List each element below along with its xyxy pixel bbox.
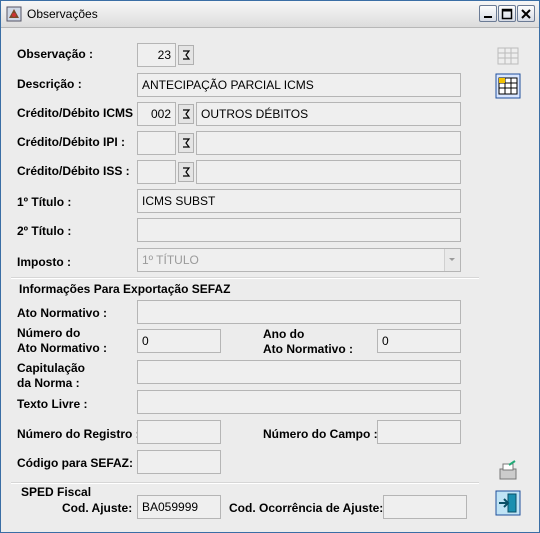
credito-debito-iss-desc-field[interactable] [196,160,461,184]
credito-debito-icms-label: Crédito/Débito ICMS : [17,106,141,120]
credito-debito-iss-label: Crédito/Débito ISS : [17,164,130,178]
cod-ajuste-field[interactable]: BA059999 [137,495,221,519]
credito-debito-icms-code-field[interactable]: 002 [137,102,176,126]
ano-ato-label-line1: Ano do [263,327,305,341]
titulo1-field[interactable]: ICMS SUBST [137,189,461,213]
close-button[interactable] [517,5,535,22]
cod-ocorrencia-field[interactable] [383,495,467,519]
texto-livre-label: Texto Livre : [17,397,88,411]
ato-normativo-field[interactable] [137,300,461,324]
observacao-label: Observação : [17,47,94,61]
texto-livre-field[interactable] [137,390,461,414]
grid-view-disabled-icon[interactable] [495,43,521,69]
imposto-select[interactable]: 1º TÍTULO [137,248,461,272]
codigo-sefaz-label: Código para SEFAZ: [17,456,134,470]
ano-ato-field[interactable]: 0 [377,329,461,353]
titulo2-label: 2º Título : [17,224,72,238]
descricao-label: Descrição : [17,77,82,91]
window-title: Observações [27,7,98,21]
numero-registro-field[interactable] [137,420,221,444]
minimize-button[interactable] [479,5,497,22]
credito-debito-ipi-label: Crédito/Débito IPI : [17,135,125,149]
capitulacao-label-line1: Capitulação [17,361,86,375]
credito-debito-ipi-lookup-button[interactable] [178,133,194,153]
ato-normativo-label: Ato Normativo : [17,306,107,320]
credito-debito-ipi-code-field[interactable] [137,131,176,155]
app-icon [6,6,22,22]
imposto-label: Imposto : [17,255,71,269]
numero-ato-label-line2: Ato Normativo : [17,341,107,355]
capitulacao-label-line2: da Norma : [17,376,80,390]
ano-ato-label-line2: Ato Normativo : [263,342,353,356]
credito-debito-ipi-desc-field[interactable] [196,131,461,155]
descricao-field[interactable]: ANTECIPAÇÃO PARCIAL ICMS [137,73,461,97]
numero-campo-field[interactable] [377,420,461,444]
grid-view-icon[interactable] [495,73,521,99]
observacao-field[interactable]: 23 [137,43,176,67]
credito-debito-iss-lookup-button[interactable] [178,162,194,182]
maximize-button[interactable] [498,5,516,22]
divider [11,277,479,279]
imposto-select-value: 1º TÍTULO [142,253,199,267]
sefaz-section-title: Informações Para Exportação SEFAZ [19,282,231,296]
titulo1-label: 1º Título : [17,195,72,209]
numero-ato-field[interactable]: 0 [137,329,221,353]
exit-icon[interactable] [495,490,521,516]
chevron-down-icon[interactable] [444,249,460,271]
credito-debito-iss-code-field[interactable] [137,160,176,184]
title-bar[interactable]: Observações [1,1,539,28]
titulo2-field[interactable] [137,218,461,242]
numero-campo-label: Número do Campo : [263,427,378,441]
capitulacao-field[interactable] [137,360,461,384]
numero-registro-label: Número do Registro : [17,427,140,441]
credito-debito-icms-lookup-button[interactable] [178,104,194,124]
observacao-lookup-button[interactable] [178,45,194,65]
credito-debito-icms-desc-field[interactable]: OUTROS DÉBITOS [196,102,461,126]
observacoes-window: Observações Observação : 23 Descrição : … [0,0,540,533]
print-icon[interactable] [495,459,521,485]
numero-ato-label-line1: Número do [17,326,81,340]
divider [11,482,479,484]
codigo-sefaz-field[interactable] [137,450,221,474]
cod-ocorrencia-label: Cod. Ocorrência de Ajuste: [229,501,384,515]
sped-section-title: SPED Fiscal [21,485,92,499]
cod-ajuste-label: Cod. Ajuste: [62,501,133,515]
